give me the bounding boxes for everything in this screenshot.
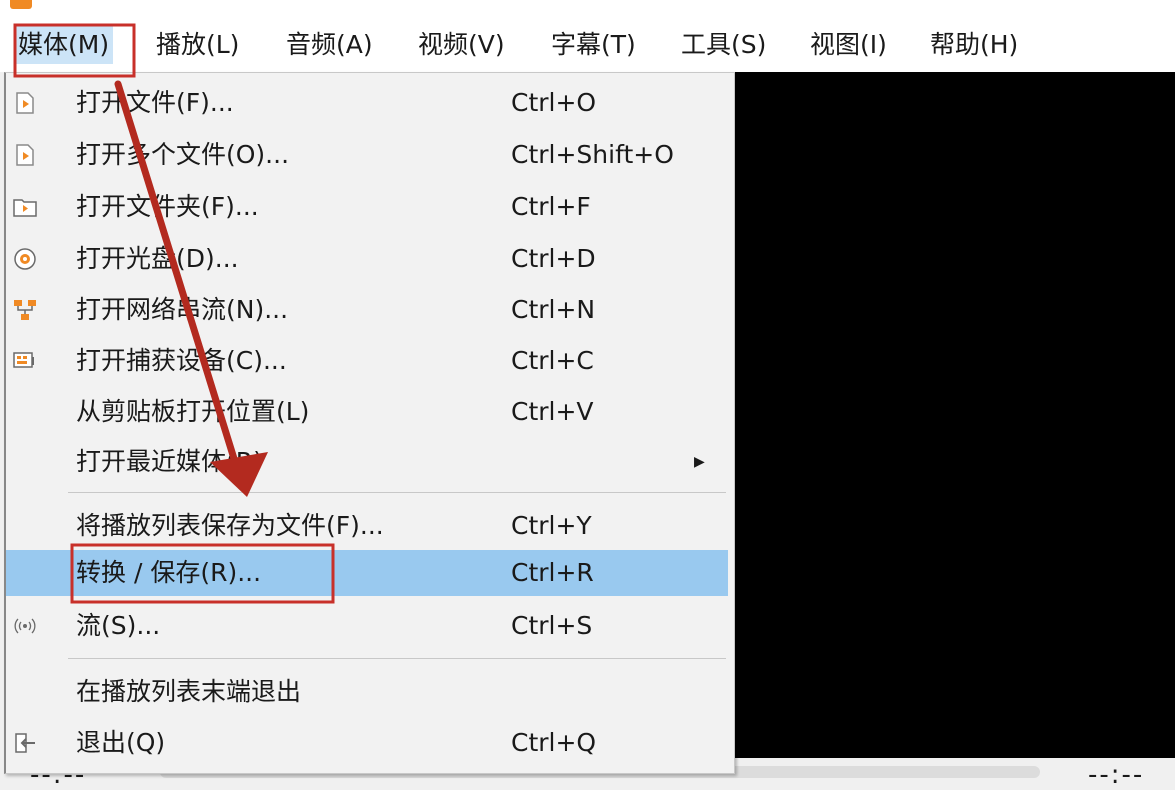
menu-media[interactable]: 媒体(M): [14, 26, 114, 64]
menu-item-label: 打开文件夹(F)...: [76, 192, 259, 221]
menu-item-label: 打开多个文件(O)...: [76, 140, 290, 169]
capture-device-icon: [12, 349, 38, 373]
menu-item-label: 打开文件(F)...: [76, 88, 234, 117]
disc-icon: [12, 247, 38, 271]
menu-item-shortcut: Ctrl+S: [511, 611, 593, 640]
menu-item-open-location-from-clipboard[interactable]: 从剪贴板打开位置(L) Ctrl+V: [6, 389, 728, 435]
submenu-arrow-icon: ▶: [694, 454, 705, 470]
menu-item-shortcut: Ctrl+F: [511, 192, 591, 221]
menu-item-convert-save[interactable]: 转换 / 保存(R)... Ctrl+R: [6, 550, 728, 596]
menu-item-shortcut: Ctrl+R: [511, 558, 594, 587]
menu-item-shortcut: Ctrl+D: [511, 244, 596, 273]
total-time: --:--: [1088, 760, 1145, 790]
media-menu-dropdown: 打开文件(F)... Ctrl+O 打开多个文件(O)... Ctrl+Shif…: [4, 72, 735, 774]
menu-video[interactable]: 视频(V): [414, 26, 509, 64]
menu-audio[interactable]: 音频(A): [282, 26, 377, 64]
menu-item-label: 转换 / 保存(R)...: [76, 558, 262, 587]
menu-item-label: 打开光盘(D)...: [76, 244, 239, 273]
menu-item-shortcut: Ctrl+O: [511, 88, 597, 117]
menu-item-open-multiple-files[interactable]: 打开多个文件(O)... Ctrl+Shift+O: [6, 132, 728, 178]
video-area[interactable]: [733, 72, 1175, 758]
menu-item-open-disc[interactable]: 打开光盘(D)... Ctrl+D: [6, 236, 728, 282]
menu-item-shortcut: Ctrl+C: [511, 346, 594, 375]
menu-item-shortcut: Ctrl+Shift+O: [511, 140, 674, 169]
open-file-icon: [12, 91, 38, 115]
menu-item-label: 打开网络串流(N)...: [76, 295, 289, 324]
app-icon: [10, 0, 32, 9]
menu-separator: [68, 658, 726, 659]
menu-playback[interactable]: 播放(L): [152, 26, 243, 64]
menu-item-quit[interactable]: 退出(Q) Ctrl+Q: [6, 720, 728, 766]
menu-item-open-recent-media[interactable]: 打开最近媒体(R) ▶: [6, 439, 728, 485]
network-icon: [12, 298, 38, 322]
menu-item-quit-at-end-of-playlist[interactable]: 在播放列表末端退出: [6, 669, 728, 715]
menu-separator: [68, 492, 726, 493]
menu-item-open-file[interactable]: 打开文件(F)... Ctrl+O: [6, 80, 728, 126]
menu-item-open-capture-device[interactable]: 打开捕获设备(C)... Ctrl+C: [6, 338, 728, 384]
menu-view[interactable]: 视图(I): [806, 26, 891, 64]
menu-item-save-playlist[interactable]: 将播放列表保存为文件(F)... Ctrl+Y: [6, 503, 728, 549]
menu-help[interactable]: 帮助(H): [926, 26, 1022, 64]
open-folder-icon: [12, 195, 38, 219]
menu-item-label: 在播放列表末端退出: [76, 677, 302, 706]
stream-icon: [12, 614, 38, 638]
menu-item-label: 流(S)...: [76, 611, 161, 640]
menu-item-shortcut: Ctrl+V: [511, 397, 594, 426]
menu-item-label: 将播放列表保存为文件(F)...: [76, 511, 384, 540]
title-bar: [0, 0, 1175, 18]
menu-tools[interactable]: 工具(S): [677, 26, 770, 64]
menu-item-label: 打开最近媒体(R): [76, 447, 263, 476]
menu-bar: 媒体(M) 播放(L) 音频(A) 视频(V) 字幕(T) 工具(S) 视图(I…: [0, 18, 1175, 72]
menu-item-shortcut: Ctrl+Q: [511, 728, 597, 757]
menu-item-open-network-stream[interactable]: 打开网络串流(N)... Ctrl+N: [6, 287, 728, 333]
menu-item-stream[interactable]: 流(S)... Ctrl+S: [6, 603, 728, 649]
menu-item-label: 退出(Q): [76, 728, 166, 757]
exit-icon: [12, 731, 38, 755]
menu-item-shortcut: Ctrl+Y: [511, 511, 592, 540]
menu-item-shortcut: Ctrl+N: [511, 295, 596, 324]
menu-item-label: 打开捕获设备(C)...: [76, 346, 287, 375]
open-multiple-files-icon: [12, 143, 38, 167]
menu-subtitle[interactable]: 字幕(T): [547, 26, 640, 64]
menu-item-label: 从剪贴板打开位置(L): [76, 397, 310, 426]
menu-item-open-folder[interactable]: 打开文件夹(F)... Ctrl+F: [6, 184, 728, 230]
